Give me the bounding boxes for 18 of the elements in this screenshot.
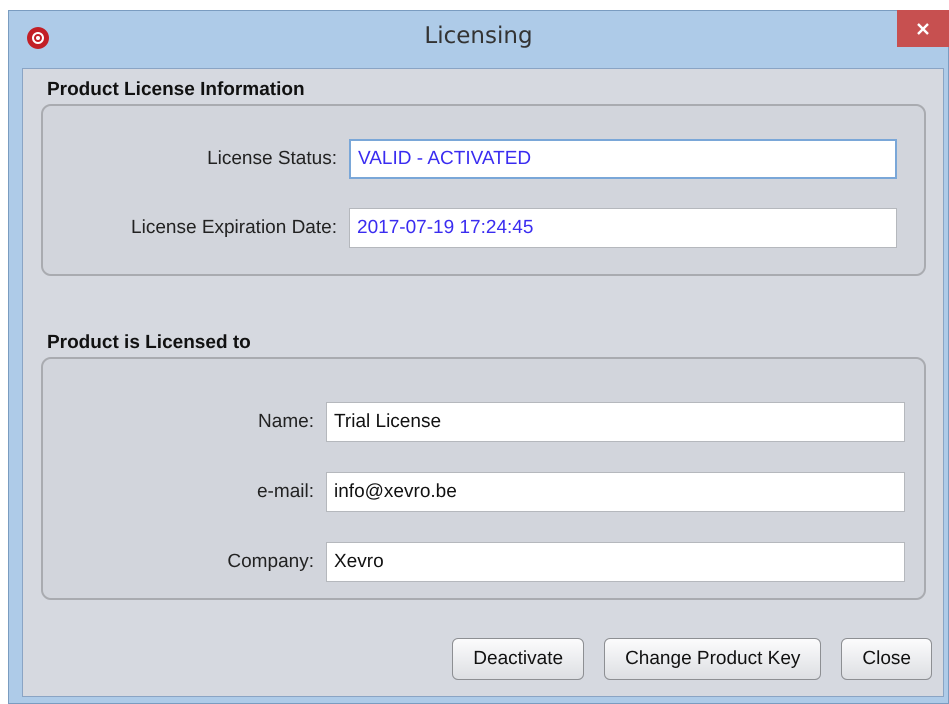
field-label: License Expiration Date: [131, 217, 337, 239]
section-title: Product License Information [47, 79, 305, 101]
text-field[interactable]: Trial License [326, 402, 905, 442]
dialog-button[interactable]: Change Product Key [604, 638, 822, 680]
section-title: Product is Licensed to [47, 332, 251, 354]
close-icon[interactable] [897, 10, 949, 47]
app-icon [26, 26, 50, 50]
text-field[interactable]: Xevro [326, 542, 905, 582]
window-title: Licensing [424, 23, 533, 49]
dialog-button[interactable]: Close [841, 638, 932, 680]
text-field[interactable]: info@xevro.be [326, 472, 905, 512]
text-field[interactable]: 2017-07-19 17:24:45 [349, 208, 897, 248]
text-field[interactable]: VALID - ACTIVATED [349, 139, 897, 179]
field-label: License Status: [207, 148, 337, 170]
dialog-button[interactable]: Deactivate [452, 638, 584, 680]
field-label: Company: [227, 551, 314, 573]
field-label: e-mail: [256, 481, 314, 503]
field-label: Name: [258, 411, 314, 433]
